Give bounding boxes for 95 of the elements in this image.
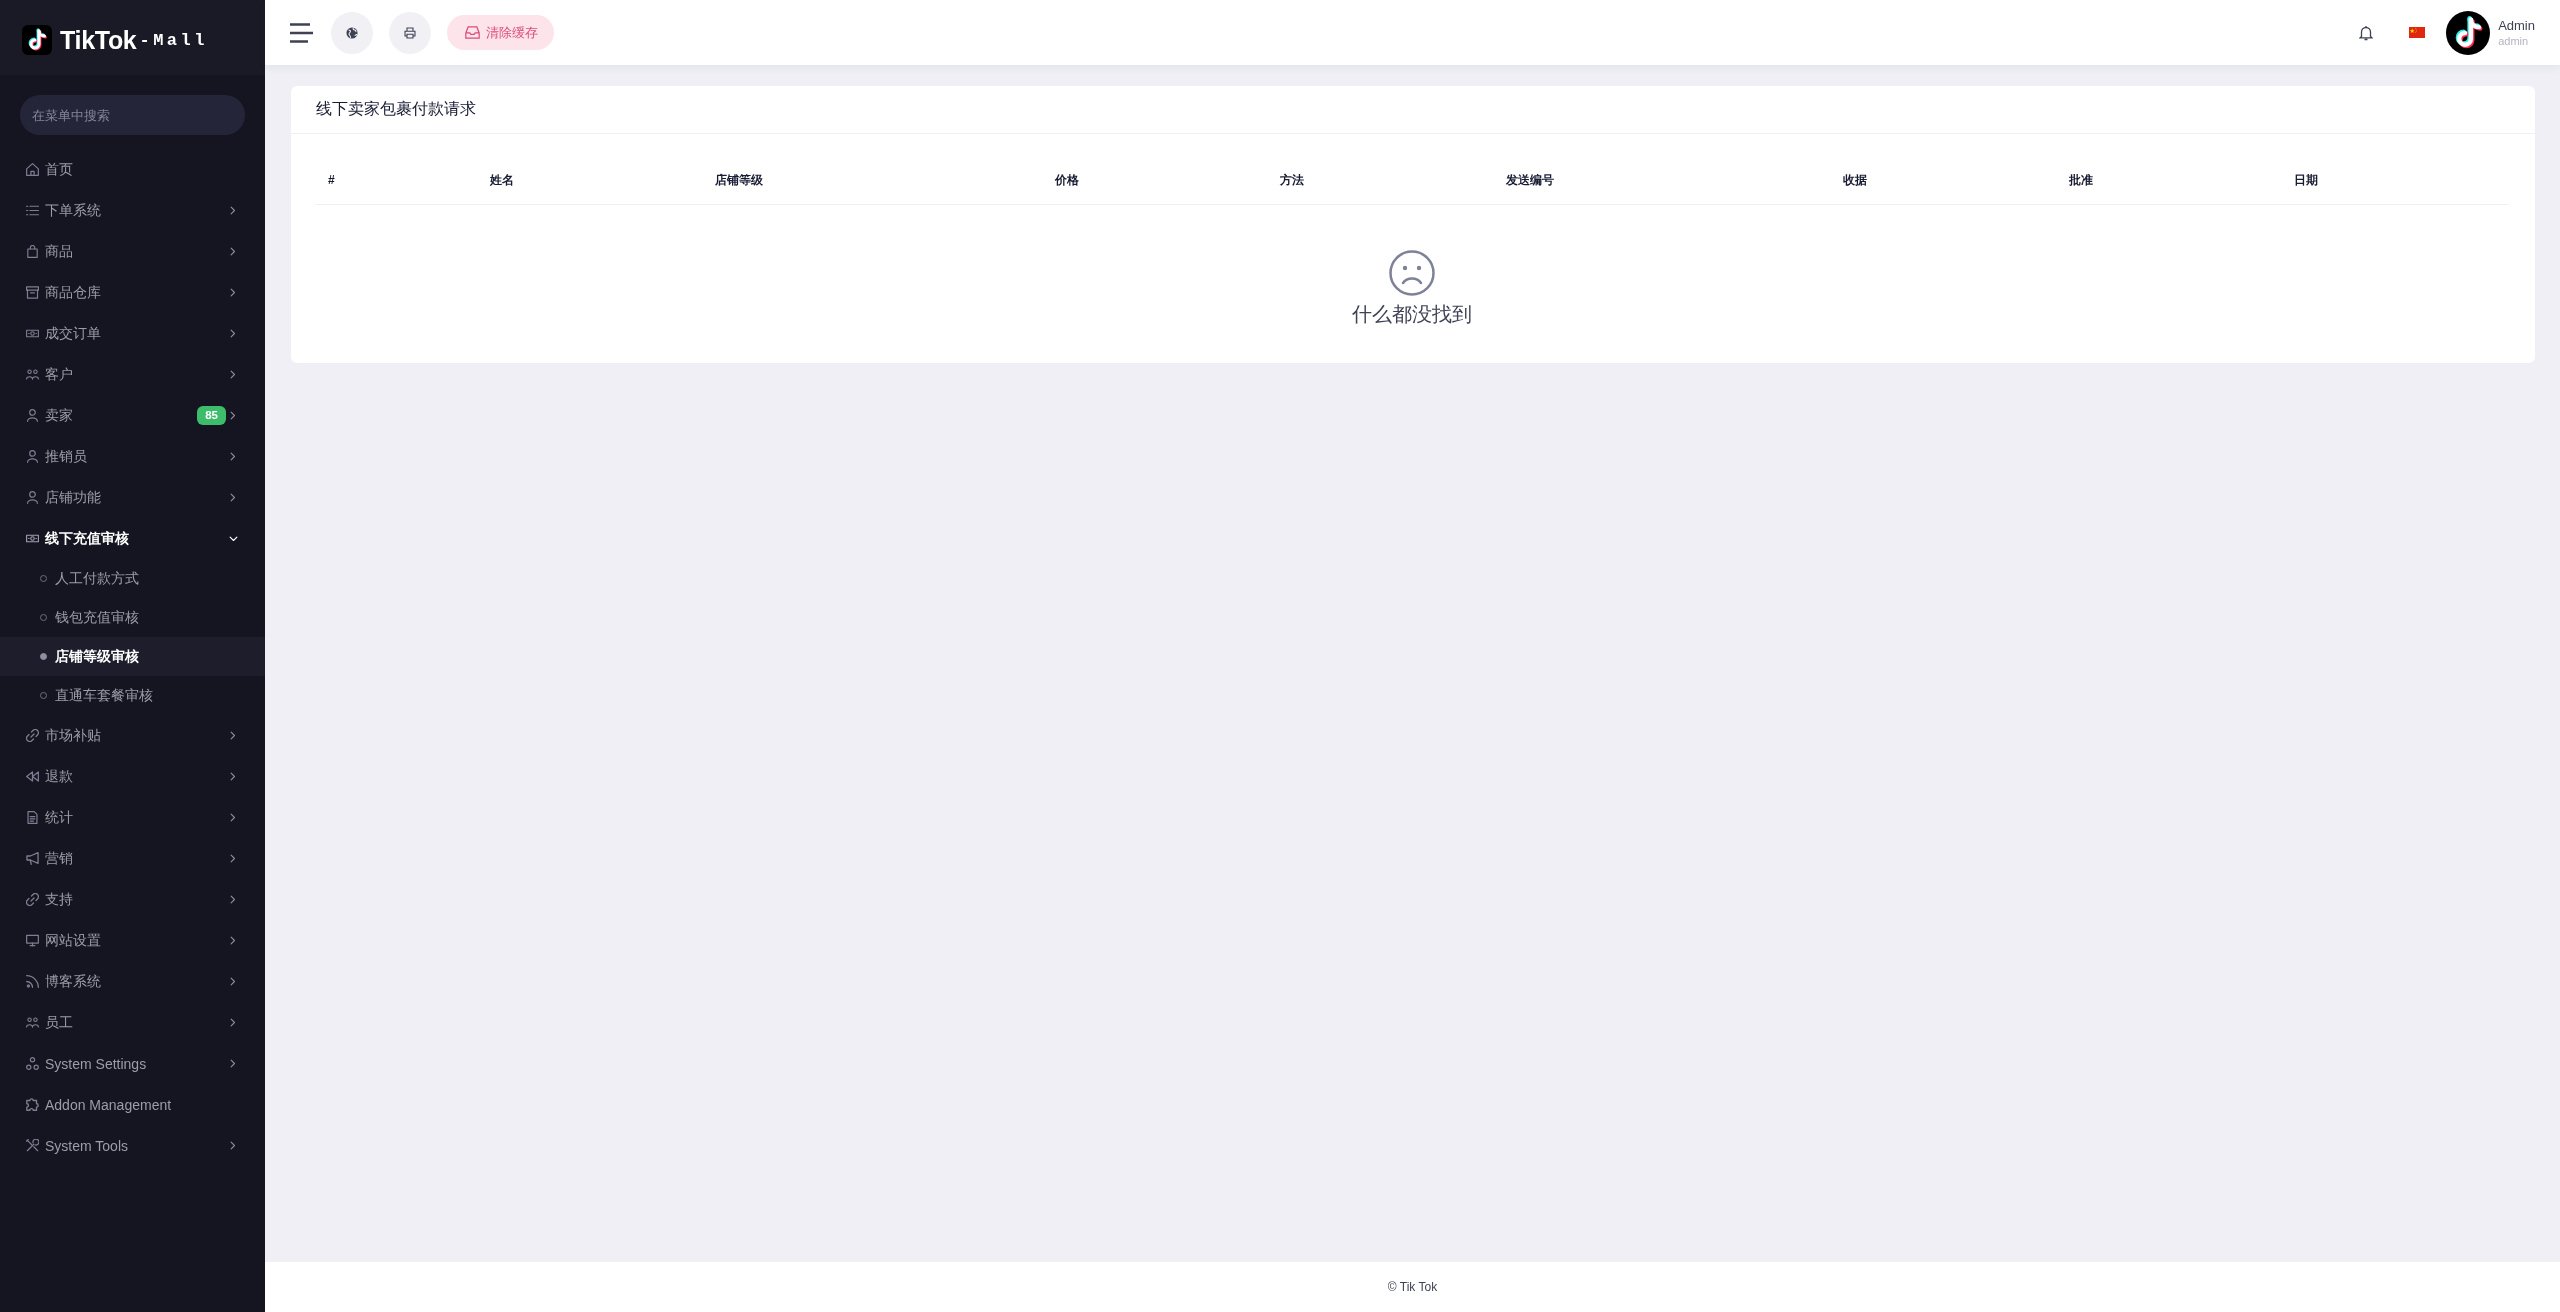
bell-icon[interactable] — [2359, 24, 2374, 41]
archive-icon — [26, 286, 39, 299]
inbox-icon — [465, 26, 480, 39]
submenu-item[interactable]: 直通车套餐审核 — [0, 676, 265, 715]
chevron-right-icon — [230, 731, 236, 740]
menu-item[interactable]: 营销 — [20, 838, 245, 879]
column-header: 日期 — [2282, 156, 2508, 205]
chevron-right-icon — [230, 1018, 236, 1027]
person-icon — [26, 491, 39, 504]
menu-item[interactable]: 成交订单 — [20, 313, 245, 354]
people-icon — [26, 1016, 39, 1029]
menu-item[interactable]: 下单系统 — [20, 190, 245, 231]
chevron-right-icon — [230, 895, 236, 904]
chevron-right-icon — [230, 854, 236, 863]
chevron-down-icon — [229, 535, 238, 542]
person-icon — [26, 409, 39, 422]
chevron-right-icon — [230, 1059, 236, 1068]
menu-item[interactable]: 线下充值审核 — [20, 518, 245, 559]
menu-item[interactable]: System Settings — [20, 1043, 245, 1084]
menu-item[interactable]: 首页 — [20, 149, 245, 190]
menu-item[interactable]: 支持 — [20, 879, 245, 920]
menu-item[interactable]: 推销员 — [20, 436, 245, 477]
chevron-right-icon — [230, 977, 236, 986]
column-header: 姓名 — [478, 156, 703, 205]
menu-item[interactable]: 市场补贴 — [20, 715, 245, 756]
banknote-icon — [26, 532, 39, 545]
menu-item[interactable]: 商品仓库 — [20, 272, 245, 313]
submenu-item[interactable]: 店铺等级审核 — [0, 637, 265, 676]
chevron-right-icon — [230, 329, 236, 338]
megaphone-icon — [26, 852, 39, 865]
logo-text: TikTok — [60, 25, 137, 55]
sad-face-icon — [1389, 250, 1435, 296]
chevron-right-icon — [230, 411, 236, 420]
footer-text: © Tik Tok — [1387, 1280, 1438, 1294]
rewind-icon — [26, 770, 39, 783]
column-header: 收据 — [1831, 156, 2057, 205]
printer-icon — [404, 26, 416, 39]
menu-item[interactable]: Addon Management — [20, 1084, 245, 1125]
menu-item[interactable]: 博客系统 — [20, 961, 245, 1002]
chevron-right-icon — [230, 288, 236, 297]
menu-item[interactable]: 卖家 85 — [20, 395, 245, 436]
monitor-icon — [26, 934, 39, 947]
count-badge: 85 — [197, 406, 226, 425]
chevron-right-icon — [230, 452, 236, 461]
empty-message: 什么都没找到 — [1352, 302, 1472, 327]
column-header: 发送编号 — [1494, 156, 1831, 205]
chevron-right-icon — [230, 206, 236, 215]
menu-item[interactable]: 客户 — [20, 354, 245, 395]
column-header: 价格 — [1043, 156, 1268, 205]
submenu-item[interactable]: 人工付款方式 — [0, 559, 265, 598]
chevron-right-icon — [230, 772, 236, 781]
link-icon — [26, 893, 39, 906]
menu-item[interactable]: 员工 — [20, 1002, 245, 1043]
column-header: 店铺等级 — [703, 156, 1043, 205]
chevron-right-icon — [230, 493, 236, 502]
print-button[interactable] — [389, 11, 431, 54]
menu-item[interactable]: 统计 — [20, 797, 245, 838]
bag-icon — [26, 245, 39, 258]
user-role: admin — [2498, 34, 2530, 48]
menu-icon[interactable] — [290, 22, 313, 43]
puzzle-icon — [26, 1098, 39, 1111]
menu-item[interactable]: 退款 — [20, 756, 245, 797]
logo-suffix: -Mall — [139, 30, 208, 52]
bullet-icon — [40, 653, 47, 660]
globe-button[interactable] — [331, 11, 373, 54]
banknote-icon — [26, 327, 39, 340]
person-icon — [26, 450, 39, 463]
globe-icon — [346, 26, 358, 39]
menu-item[interactable]: 店铺功能 — [20, 477, 245, 518]
menu-item[interactable]: 网站设置 — [20, 920, 245, 961]
menu-item[interactable]: 商品 — [20, 231, 245, 272]
avatar-icon[interactable] — [2446, 10, 2491, 55]
user-name: Admin — [2498, 17, 2535, 34]
card-title: 线下卖家包裹付款请求 — [316, 99, 476, 119]
home-icon — [26, 163, 39, 176]
people-icon — [26, 368, 39, 381]
submenu-item[interactable]: 钱包充值审核 — [0, 598, 265, 637]
nodes-icon — [26, 1057, 39, 1070]
chevron-right-icon — [230, 1141, 236, 1150]
search-field[interactable]: 在菜单中搜索 — [20, 95, 245, 135]
logo-icon — [22, 25, 52, 55]
tools-icon — [26, 1139, 39, 1152]
list-icon — [26, 204, 39, 217]
chevron-right-icon — [230, 247, 236, 256]
column-header: # — [316, 156, 478, 205]
menu-item[interactable]: System Tools — [20, 1125, 245, 1166]
flag-icon[interactable] — [2409, 27, 2426, 38]
chevron-right-icon — [230, 813, 236, 822]
document-icon — [26, 811, 39, 824]
column-header: 批准 — [2057, 156, 2282, 205]
chevron-right-icon — [230, 370, 236, 379]
column-header: 方法 — [1268, 156, 1494, 205]
link-icon — [26, 729, 39, 742]
chevron-right-icon — [230, 936, 236, 945]
feed-icon — [26, 975, 39, 988]
